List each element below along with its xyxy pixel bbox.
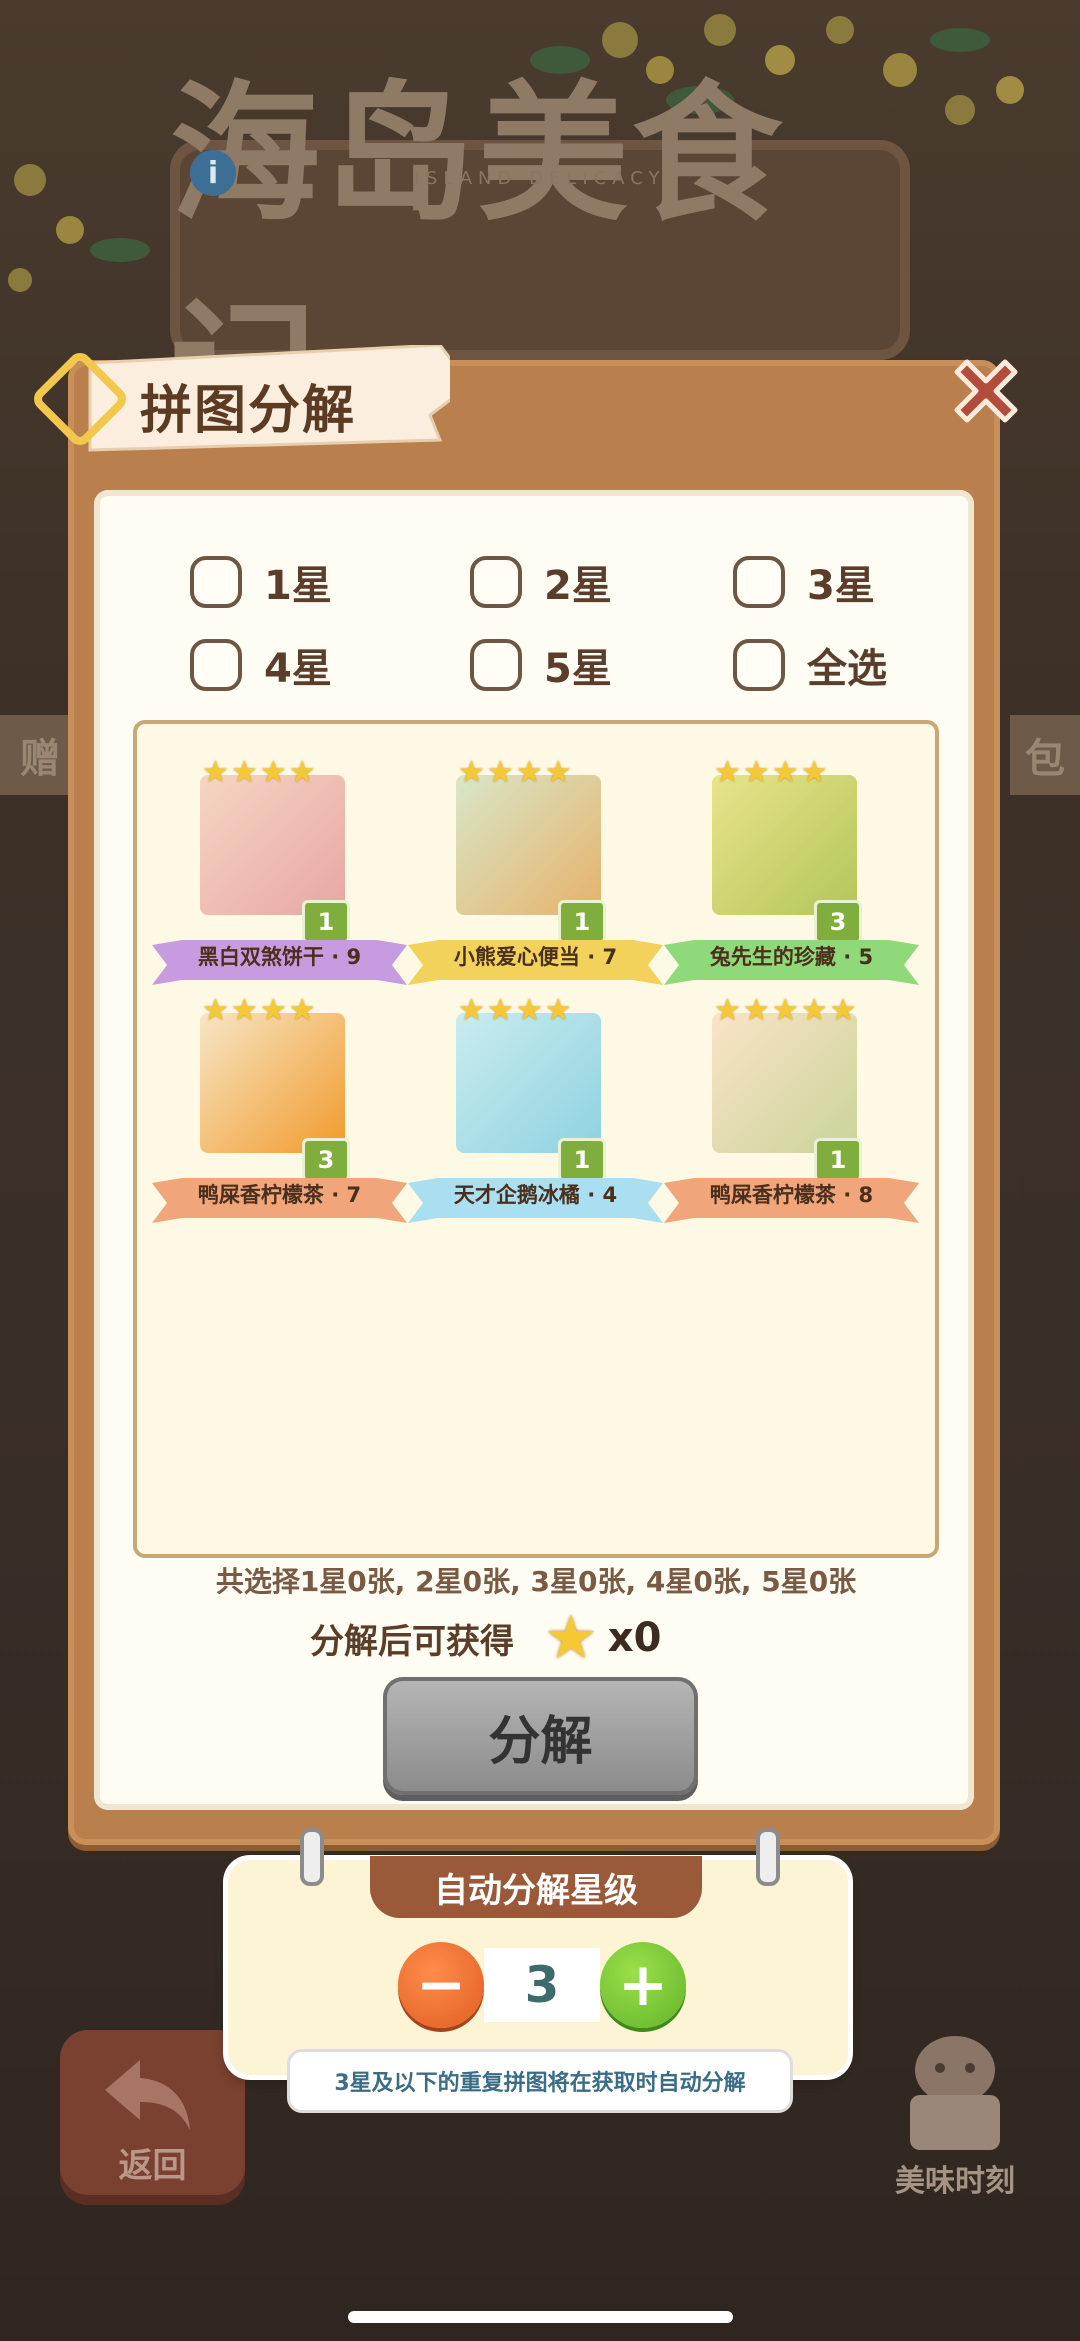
reward-count: x0: [607, 1615, 662, 1661]
background-band-right: 包: [1010, 715, 1080, 795]
star-icon: ★: [714, 993, 741, 1028]
star-icon: ★: [458, 755, 485, 790]
filter-label: 5星: [544, 646, 612, 692]
filter-label: 4星: [264, 646, 332, 692]
star-icon: ★: [544, 993, 572, 1028]
puzzle-card[interactable]: ★ ★ ★ ★ 1 天才企鹅冰橘 · 4: [408, 978, 663, 1223]
filter-4-star[interactable]: 4星: [190, 636, 332, 694]
star-rating: ★ ★ ★ ★: [458, 758, 572, 788]
checkbox[interactable]: [733, 639, 785, 691]
card-name: 小熊爱心便当 · 7: [453, 945, 618, 969]
star-icon: ★: [742, 755, 770, 790]
star-icon: ★: [288, 755, 316, 790]
background-game-title: ISLAND DELICACY 海岛美食记: [170, 68, 910, 459]
checkbox[interactable]: [470, 556, 522, 608]
star-rating: ★ ★ ★ ★: [714, 758, 828, 788]
reward-label: 分解后可获得: [310, 1621, 514, 1662]
filter-label: 3星: [807, 563, 875, 609]
star-rating: ★ ★ ★ ★: [202, 758, 316, 788]
ring-icon: [756, 1828, 780, 1886]
tooltip-text: 3星及以下的重复拼图将在获取时自动分解: [334, 2071, 746, 2096]
checkbox[interactable]: [733, 556, 785, 608]
card-name: 兔先生的珍藏 · 5: [709, 945, 874, 969]
selection-summary: 共选择1星0张, 2星0张, 3星0张, 4星0张, 5星0张: [215, 1565, 857, 1598]
puzzle-card[interactable]: ★ ★ ★ ★ 3 兔先生的珍藏 · 5: [664, 740, 919, 985]
puzzle-image: [200, 1013, 345, 1153]
puzzle-image: [456, 1013, 601, 1153]
checkbox[interactable]: [190, 556, 242, 608]
card-name: 鸭屎香柠檬茶 · 8: [709, 1183, 874, 1207]
auto-decompose-panel: 自动分解星级 − 3 +: [228, 1828, 848, 2075]
decompose-label: 分解: [488, 1711, 593, 1772]
star-icon: ★: [771, 993, 799, 1028]
card-name: 鸭屎香柠檬茶 · 7: [197, 1183, 362, 1207]
card-name: 黑白双煞饼干 · 9: [197, 945, 362, 969]
filter-select-all[interactable]: 全选: [733, 636, 887, 694]
decompose-button[interactable]: 分解: [383, 1677, 698, 1795]
star-icon: ★: [800, 755, 828, 790]
filter-label: 2星: [544, 563, 612, 609]
moment-label: 美味时刻: [895, 2164, 1015, 2199]
star-icon: ★: [486, 993, 514, 1028]
back-label: 返回: [118, 2146, 187, 2186]
filter-5-star[interactable]: 5星: [470, 636, 612, 694]
star-icon: ★: [288, 993, 316, 1028]
star-icon: ★: [544, 1603, 598, 1673]
star-icon: ★: [259, 755, 287, 790]
star-icon: ★: [771, 755, 799, 790]
star-icon: ★: [515, 993, 543, 1028]
puzzle-card[interactable]: ★ ★ ★ ★ ★ 1 鸭屎香柠檬茶 · 8: [664, 978, 919, 1223]
puzzle-image: [456, 775, 601, 915]
back-button[interactable]: 返回: [60, 2030, 245, 2205]
star-icon: ★: [742, 993, 770, 1028]
star-icon: ★: [259, 993, 287, 1028]
auto-decompose-tooltip: 3星及以下的重复拼图将在获取时自动分解: [290, 2052, 790, 2110]
checkbox[interactable]: [470, 639, 522, 691]
star-icon: ★: [829, 993, 857, 1028]
info-icon: i: [190, 150, 236, 196]
home-indicator[interactable]: [348, 2311, 733, 2323]
star-rating: ★ ★ ★ ★: [202, 996, 316, 1026]
back-arrow-icon: [105, 2060, 190, 2130]
star-icon: ★: [230, 993, 258, 1028]
auto-decompose-title-bar: 自动分解星级: [370, 1856, 702, 1918]
puzzle-card[interactable]: ★ ★ ★ ★ 1 黑白双煞饼干 · 9: [152, 740, 407, 985]
background-subtitle: ISLAND DELICACY: [414, 168, 666, 189]
star-icon: ★: [202, 755, 229, 790]
increase-level-button[interactable]: +: [600, 1942, 686, 2028]
filter-label: 全选: [807, 646, 887, 692]
hamster-cake-icon: [910, 2036, 1000, 2150]
puzzle-image: [712, 1013, 857, 1153]
auto-decompose-title: 自动分解星级: [434, 1870, 638, 1911]
filter-label: 1星: [264, 563, 332, 609]
card-name: 天才企鹅冰橘 · 4: [453, 1183, 618, 1207]
filter-1-star[interactable]: 1星: [190, 553, 332, 611]
checkbox[interactable]: [190, 639, 242, 691]
moment-button[interactable]: 美味时刻: [880, 2030, 1030, 2200]
dialog-title: 拼图分解: [140, 381, 357, 441]
star-icon: ★: [486, 755, 514, 790]
star-icon: ★: [202, 993, 229, 1028]
ring-icon: [300, 1828, 324, 1886]
star-icon: ★: [800, 993, 828, 1028]
puzzle-image: [712, 775, 857, 915]
puzzle-card[interactable]: ★ ★ ★ ★ 3 鸭屎香柠檬茶 · 7: [152, 978, 407, 1223]
reward-row: 分解后可获得 ★ x0: [310, 1608, 661, 1668]
star-icon: ★: [230, 755, 258, 790]
star-rating: ★ ★ ★ ★ ★: [714, 996, 857, 1026]
star-icon: ★: [544, 755, 572, 790]
filter-3-star[interactable]: 3星: [733, 553, 875, 611]
filter-2-star[interactable]: 2星: [470, 553, 612, 611]
puzzle-card[interactable]: ★ ★ ★ ★ 1 小熊爱心便当 · 7: [408, 740, 663, 985]
star-icon: ★: [515, 755, 543, 790]
star-level-value: 3: [484, 1948, 600, 2022]
close-icon[interactable]: [945, 350, 1027, 432]
puzzle-image: [200, 775, 345, 915]
star-rating: ★ ★ ★ ★: [458, 996, 572, 1026]
decrease-level-button[interactable]: −: [398, 1942, 484, 2028]
star-icon: ★: [714, 755, 741, 790]
star-icon: ★: [458, 993, 485, 1028]
